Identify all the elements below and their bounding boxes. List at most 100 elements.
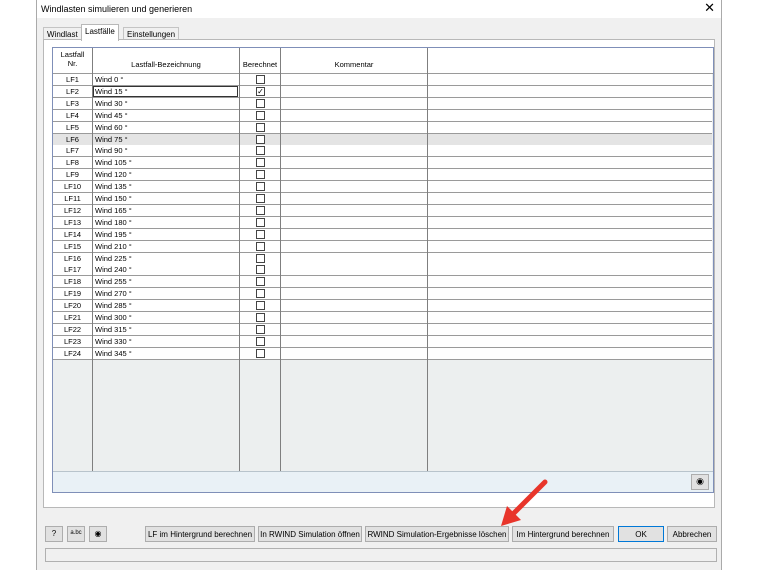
table-row[interactable]: LF21 Wind 300 °	[53, 312, 712, 324]
calculated-checkbox[interactable]	[256, 205, 265, 215]
load-case-name[interactable]: Wind 345 °	[95, 348, 239, 359]
table-row[interactable]: LF7 Wind 90 °	[53, 145, 712, 158]
ok-button[interactable]: OK	[618, 526, 664, 542]
annotation-arrow-icon	[501, 479, 548, 526]
load-case-name[interactable]: Wind 225 °	[95, 253, 239, 264]
load-case-name[interactable]: Wind 285 °	[95, 300, 239, 311]
calculated-checkbox[interactable]	[256, 289, 265, 299]
table-row[interactable]: LF22 Wind 315 °	[53, 323, 712, 336]
calculated-checkbox[interactable]	[256, 336, 265, 346]
load-case-name[interactable]: Wind 255 °	[95, 276, 239, 287]
calculated-checkbox[interactable]	[256, 110, 265, 120]
load-case-number: LF13	[63, 217, 82, 227]
load-case-name[interactable]: Wind 240 °	[95, 264, 239, 275]
load-case-name[interactable]: Wind 0 °	[95, 74, 239, 85]
table-row[interactable]: LF17 Wind 240 °	[53, 264, 712, 277]
table-row[interactable]: LF3 Wind 30 °	[53, 97, 712, 110]
calculated-checkbox[interactable]	[256, 348, 265, 358]
view-button[interactable]: ◉	[89, 526, 107, 542]
table-row[interactable]: LF4 Wind 45 °	[53, 109, 712, 122]
load-case-name[interactable]: Wind 45 °	[95, 110, 239, 121]
column-divider	[239, 48, 240, 492]
column-divider	[92, 48, 93, 492]
table-row[interactable]: LF5 Wind 60 °	[53, 121, 712, 134]
calculated-checkbox[interactable]	[256, 301, 265, 311]
load-case-number: LF24	[63, 348, 82, 358]
load-case-name[interactable]: Wind 135 °	[95, 181, 239, 192]
table-row[interactable]: LF20 Wind 285 °	[53, 300, 712, 313]
table-row[interactable]: LF10 Wind 135 °	[53, 181, 712, 194]
load-case-number: LF3	[66, 98, 79, 108]
load-case-name[interactable]: Wind 210 °	[95, 241, 239, 252]
cancel-button[interactable]: Abbrechen	[667, 526, 717, 542]
calculated-checkbox[interactable]	[256, 324, 265, 334]
table-row[interactable]: LF6 Wind 75 °	[53, 133, 712, 146]
calculated-checkbox[interactable]	[256, 158, 265, 168]
load-case-number: LF18	[63, 277, 82, 287]
table-row[interactable]: LF19 Wind 270 °	[53, 288, 712, 301]
table-row[interactable]: LF8 Wind 105 °	[53, 157, 712, 170]
tab-lastfaelle[interactable]: Lastfälle	[81, 24, 119, 41]
calculated-checkbox[interactable]	[256, 229, 265, 239]
button-bar: ? a.bc ◉ LF im Hintergrund berechnen In …	[37, 524, 721, 546]
table-row[interactable]: LF13 Wind 180 °	[53, 216, 712, 229]
load-case-name[interactable]: Wind 270 °	[95, 288, 239, 299]
table-row[interactable]: LF9 Wind 120 °	[53, 169, 712, 182]
load-case-number: LF6	[66, 134, 79, 144]
load-case-name[interactable]: Wind 195 °	[95, 229, 239, 240]
calculated-checkbox[interactable]	[256, 134, 265, 144]
load-case-number: LF8	[66, 158, 79, 168]
calculated-checkbox[interactable]	[256, 241, 265, 251]
load-case-number: LF2	[66, 86, 79, 96]
load-case-number: LF5	[66, 122, 79, 132]
table-row[interactable]: LF1 Wind 0 °	[53, 74, 712, 86]
calculated-checkbox[interactable]	[256, 265, 265, 275]
load-case-name[interactable]: Wind 330 °	[95, 336, 239, 347]
load-case-name[interactable]: Wind 75 °	[95, 134, 239, 145]
units-button[interactable]: a.bc	[67, 526, 85, 542]
load-case-name[interactable]: Wind 120 °	[95, 169, 239, 180]
help-button[interactable]: ?	[45, 526, 63, 542]
load-case-name-input[interactable]: Wind 15 °	[93, 85, 238, 97]
calculated-checkbox[interactable]	[256, 182, 265, 192]
calculated-checkbox[interactable]	[256, 75, 265, 84]
calculated-checkbox[interactable]: ✓	[256, 86, 265, 96]
load-case-name[interactable]: Wind 30 °	[95, 98, 239, 109]
load-case-name[interactable]: Wind 180 °	[95, 217, 239, 228]
background-calc-button[interactable]: Im Hintergrund berechnen	[512, 526, 614, 542]
calculated-checkbox[interactable]	[256, 194, 265, 203]
calculated-checkbox[interactable]	[256, 98, 265, 108]
dialog-window: Windlasten simulieren und generieren ✕ W…	[36, 0, 722, 570]
table-row[interactable]: LF16 Wind 225 °	[53, 252, 712, 265]
load-case-name[interactable]: Wind 150 °	[95, 193, 239, 204]
lf-background-calc-button[interactable]: LF im Hintergrund berechnen	[145, 526, 255, 542]
load-case-name[interactable]: Wind 90 °	[95, 145, 239, 156]
calculated-checkbox[interactable]	[256, 253, 265, 263]
table-header: Lastfall Nr. Lastfall-Bezeichnung Berech…	[53, 48, 713, 74]
calculated-checkbox[interactable]	[256, 122, 265, 132]
calculated-checkbox[interactable]	[256, 277, 265, 287]
calculated-checkbox[interactable]	[256, 217, 265, 227]
dialog-title: Windlasten simulieren und generieren	[41, 4, 193, 14]
table-row[interactable]: LF18 Wind 255 °	[53, 276, 712, 289]
load-case-name[interactable]: Wind 300 °	[95, 312, 239, 323]
header-nr-line1: Lastfall	[60, 50, 85, 59]
table-view-button[interactable]: ◉	[691, 474, 709, 490]
calculated-checkbox[interactable]	[256, 170, 265, 180]
table-row[interactable]: LF15 Wind 210 °	[53, 240, 712, 253]
table-row[interactable]: LF14 Wind 195 °	[53, 228, 712, 241]
load-case-name[interactable]: Wind 60 °	[95, 122, 239, 133]
table-row[interactable]: LF2 Wind 15 ° ✓	[53, 85, 712, 98]
table-row[interactable]: LF12 Wind 165 °	[53, 204, 712, 217]
calculated-checkbox[interactable]	[256, 313, 265, 322]
open-rwind-button[interactable]: In RWIND Simulation öffnen	[258, 526, 362, 542]
close-icon[interactable]: ✕	[704, 1, 715, 15]
calculated-checkbox[interactable]	[256, 146, 265, 156]
load-case-name[interactable]: Wind 315 °	[95, 324, 239, 335]
load-case-name[interactable]: Wind 105 °	[95, 157, 239, 168]
load-case-name[interactable]: Wind 165 °	[95, 205, 239, 216]
table-row[interactable]: LF23 Wind 330 °	[53, 335, 712, 348]
table-row[interactable]: LF24 Wind 345 °	[53, 347, 712, 360]
delete-rwind-results-button[interactable]: RWIND Simulation-Ergebnisse löschen	[365, 526, 509, 542]
table-row[interactable]: LF11 Wind 150 °	[53, 193, 712, 205]
